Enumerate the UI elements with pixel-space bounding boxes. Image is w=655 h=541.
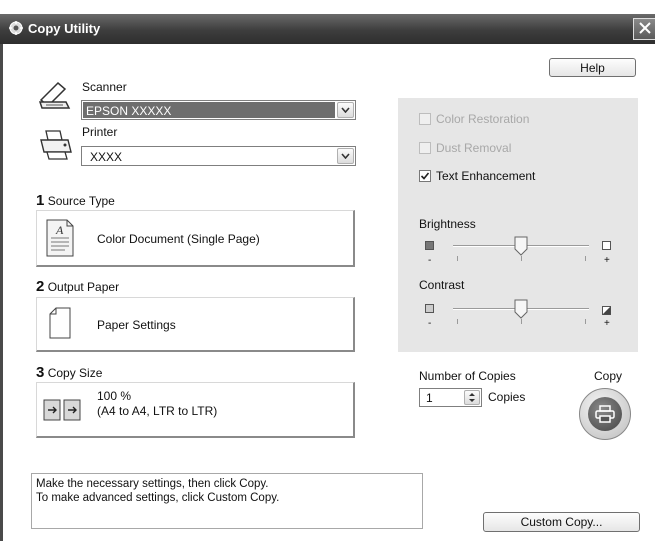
printer-copy-icon	[594, 404, 616, 427]
source-type-label: Source Type	[47, 194, 115, 208]
title-bar: Copy Utility	[0, 14, 655, 44]
close-icon	[638, 21, 651, 37]
printer-icon	[38, 128, 74, 165]
contrast-minus: -	[428, 318, 432, 329]
status-message-line1: Make the necessary settings, then click …	[36, 478, 269, 490]
copies-spinner[interactable]: 1	[419, 388, 482, 407]
copy-size-heading: 3 Copy Size	[36, 364, 102, 381]
output-paper-button[interactable]: Paper Settings	[36, 297, 355, 352]
dust-removal-label: Dust Removal	[436, 141, 512, 155]
color-restoration-checkbox[interactable]	[419, 113, 431, 125]
brightness-minus: -	[428, 255, 432, 266]
paper-icon	[49, 307, 71, 342]
printer-value: XXXX	[90, 150, 123, 164]
status-message-box: Make the necessary settings, then click …	[31, 473, 423, 529]
source-type-heading: 1 Source Type	[36, 192, 115, 209]
svg-text:A: A	[55, 223, 64, 237]
high-contrast-icon	[602, 304, 611, 318]
printer-select[interactable]: XXXX	[81, 146, 356, 166]
copy-size-description: (A4 to A4, LTR to LTR)	[97, 404, 218, 418]
source-type-value: Color Document (Single Page)	[97, 232, 260, 246]
slider-tick	[457, 319, 458, 324]
copy-button[interactable]	[579, 388, 631, 440]
contrast-label: Contrast	[419, 278, 465, 292]
output-paper-heading: 2 Output Paper	[36, 278, 119, 295]
copy-size-percent: 100 %	[97, 389, 132, 403]
dust-removal-checkbox[interactable]	[419, 142, 431, 154]
spinner-arrows-icon[interactable]	[464, 390, 480, 405]
contrast-slider-thumb[interactable]	[514, 299, 528, 322]
output-paper-value: Paper Settings	[97, 318, 176, 332]
copy-label: Copy	[594, 369, 623, 383]
text-enhancement-checkbox[interactable]	[419, 170, 431, 182]
document-icon: A	[45, 219, 75, 260]
copy-utility-icon	[8, 20, 24, 36]
window-frame	[0, 44, 3, 541]
slider-tick	[585, 256, 586, 261]
color-restoration-label: Color Restoration	[436, 112, 530, 126]
window-title: Copy Utility	[28, 21, 101, 36]
number-of-copies-label: Number of Copies	[419, 369, 516, 383]
step-number: 2	[36, 278, 45, 295]
dark-square-icon	[425, 241, 434, 250]
step-number: 3	[36, 364, 45, 381]
low-contrast-icon	[425, 304, 434, 313]
scanner-icon	[38, 80, 72, 115]
contrast-plus: +	[604, 318, 610, 329]
printer-label: Printer	[82, 125, 118, 139]
copies-value: 1	[426, 391, 433, 405]
copy-size-button[interactable]: 100 % (A4 to A4, LTR to LTR)	[36, 382, 355, 438]
slider-tick	[457, 256, 458, 261]
close-button[interactable]	[633, 18, 655, 40]
brightness-plus: +	[604, 255, 610, 266]
step-number: 1	[36, 192, 45, 209]
copies-unit-label: Copies	[488, 390, 526, 404]
checkmark-icon	[420, 172, 430, 180]
help-button[interactable]: Help	[549, 58, 636, 77]
scanner-select[interactable]: EPSON XXXXX	[81, 100, 356, 120]
source-type-button[interactable]: A Color Document (Single Page)	[36, 210, 355, 267]
copy-size-icon	[43, 397, 81, 426]
copy-size-label: Copy Size	[47, 366, 103, 380]
brightness-label: Brightness	[419, 217, 476, 231]
chevron-down-icon	[337, 102, 354, 118]
custom-copy-button[interactable]: Custom Copy...	[483, 512, 640, 532]
output-paper-label: Output Paper	[47, 280, 120, 294]
text-enhancement-label: Text Enhancement	[436, 169, 536, 183]
light-square-icon	[602, 241, 611, 250]
chevron-down-icon	[337, 148, 354, 164]
scanner-label: Scanner	[82, 80, 127, 94]
scanner-value: EPSON XXXXX	[86, 104, 172, 118]
brightness-slider-thumb[interactable]	[514, 236, 528, 259]
status-message-line2: To make advanced settings, click Custom …	[36, 492, 280, 504]
slider-tick	[585, 319, 586, 324]
